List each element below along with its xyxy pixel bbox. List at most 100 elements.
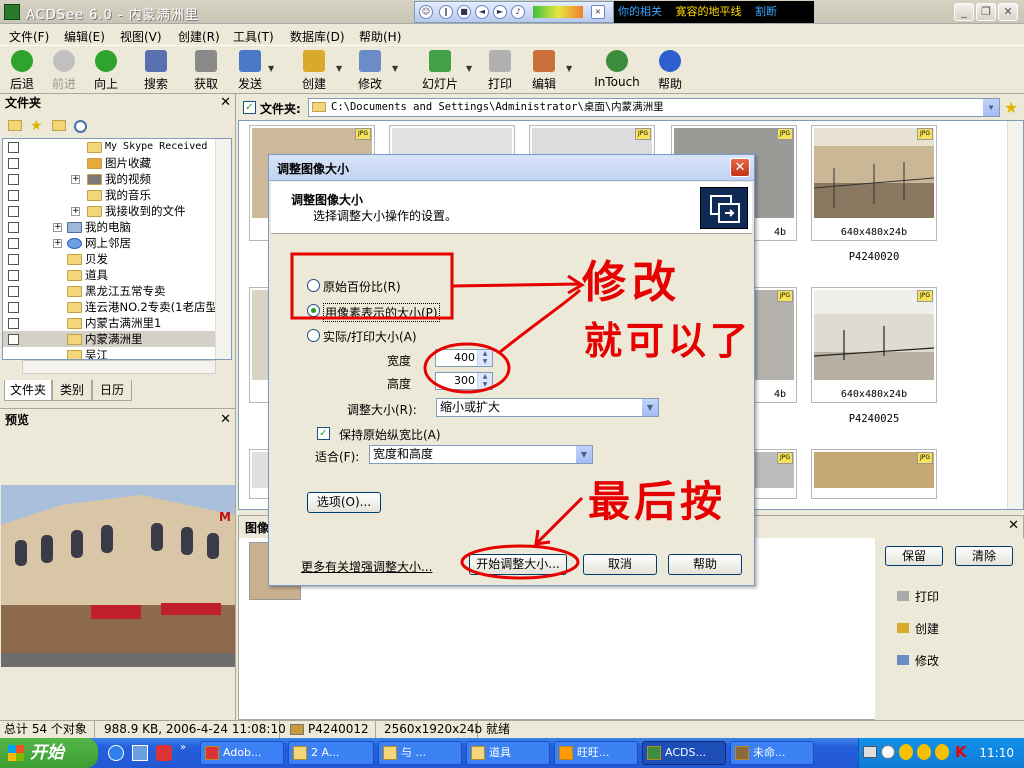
next-icon[interactable]: ► xyxy=(493,5,507,19)
qq-icon[interactable] xyxy=(899,744,913,760)
taskbar-item-active[interactable]: ACDS... xyxy=(642,741,726,765)
qq-icon[interactable] xyxy=(917,744,931,760)
taskbar-item[interactable]: 旺旺... xyxy=(554,741,638,765)
tree-hscrollbar[interactable] xyxy=(22,360,216,374)
tree-item[interactable]: 黑龙江五常专卖 xyxy=(3,283,231,299)
fit-select[interactable]: 宽度和高度 ▼ xyxy=(369,445,593,464)
favorite-star-icon[interactable]: ★ xyxy=(1004,98,1018,117)
search-button[interactable]: 搜索 xyxy=(140,48,172,92)
radio-print-size[interactable] xyxy=(307,329,320,342)
ie-icon[interactable] xyxy=(108,745,124,761)
find-folder-icon[interactable] xyxy=(74,120,87,133)
menu-file[interactable]: 文件(F) xyxy=(9,28,49,45)
pause-icon[interactable]: ‖ xyxy=(439,5,453,19)
tree-checkbox[interactable] xyxy=(8,238,19,249)
tree-item[interactable]: 道具 xyxy=(3,267,231,283)
taskbar-item[interactable]: 与 ... xyxy=(378,741,462,765)
start-resize-button[interactable]: 开始调整大小... xyxy=(469,554,567,575)
tree-item[interactable]: + 我的电脑 xyxy=(3,219,231,235)
tree-item-selected[interactable]: 内蒙满洲里 xyxy=(3,331,231,347)
radio-original-percent[interactable] xyxy=(307,279,320,292)
basket-create[interactable]: 创建 xyxy=(897,620,939,637)
menu-edit[interactable]: 编辑(E) xyxy=(64,28,105,45)
tree-checkbox[interactable] xyxy=(8,254,19,265)
desktop-icon[interactable] xyxy=(132,745,148,761)
options-button[interactable]: 选项(O)... xyxy=(307,492,381,513)
tree-checkbox[interactable] xyxy=(8,190,19,201)
modify-dropdown-icon[interactable]: ▼ xyxy=(392,64,398,73)
path-combo[interactable]: C:\Documents and Settings\Administrator\… xyxy=(308,98,1000,117)
intouch-button[interactable]: InTouch xyxy=(592,48,642,92)
expand-icon[interactable]: + xyxy=(71,207,80,216)
tree-item[interactable]: 贝发 xyxy=(3,251,231,267)
resize-mode-select[interactable]: 缩小或扩大 ▼ xyxy=(436,398,659,417)
player-close-icon[interactable]: × xyxy=(591,5,605,19)
thumbnail[interactable]: JPG 640x480x24b xyxy=(811,125,937,241)
path-checkbox[interactable]: ✓ xyxy=(243,101,256,114)
tree-item[interactable]: + 我的视频 xyxy=(3,171,231,187)
app-shortcut-icon[interactable] xyxy=(156,745,172,761)
minimize-button[interactable]: _ xyxy=(954,3,974,21)
expand-icon[interactable]: + xyxy=(71,175,80,184)
chevron-down-icon[interactable]: ▼ xyxy=(641,399,658,416)
tab-calendar[interactable]: 日历 xyxy=(92,380,132,401)
up-button[interactable]: 向上 xyxy=(90,48,122,92)
help-button[interactable]: 帮助 xyxy=(654,48,686,92)
help-button[interactable]: 帮助 xyxy=(668,554,742,575)
basket-modify[interactable]: 修改 xyxy=(897,652,939,669)
keyboard-icon[interactable] xyxy=(863,746,877,758)
spin-arrows-icon[interactable]: ▲ ▼ xyxy=(477,350,492,366)
acquire-button[interactable]: 获取 xyxy=(190,48,222,92)
send-dropdown-icon[interactable]: ▼ xyxy=(268,64,274,73)
modify-button[interactable]: 修改 xyxy=(354,48,386,92)
tree-item[interactable]: + 网上邻居 xyxy=(3,235,231,251)
taskbar-item[interactable]: 未命... xyxy=(730,741,814,765)
tree-checkbox[interactable] xyxy=(8,302,19,313)
menu-view[interactable]: 视图(V) xyxy=(120,28,162,45)
start-button[interactable]: 开始 xyxy=(0,738,98,768)
keep-ratio-checkbox[interactable]: ✓ xyxy=(317,427,330,440)
media-player-bar[interactable]: ☺ ‖ ■ ◄ ► ♪ × xyxy=(414,1,614,23)
cancel-button[interactable]: 取消 xyxy=(583,554,657,575)
player-face-icon[interactable]: ☺ xyxy=(419,5,433,19)
thumbnail[interactable]: JPG xyxy=(811,449,937,499)
tree-checkbox[interactable] xyxy=(8,286,19,297)
forward-button[interactable]: 前进 xyxy=(48,48,80,92)
expand-icon[interactable]: + xyxy=(53,223,62,232)
tree-checkbox[interactable] xyxy=(8,206,19,217)
tree-item[interactable]: 连云港NO.2专卖(1老店型 xyxy=(3,299,231,315)
keep-button[interactable]: 保留 xyxy=(885,546,943,566)
send-button[interactable]: 发送 xyxy=(234,48,266,92)
width-stepper[interactable]: 400 ▲ ▼ xyxy=(435,349,493,367)
preview-close-icon[interactable]: ✕ xyxy=(220,411,231,429)
tree-item[interactable]: 我的音乐 xyxy=(3,187,231,203)
tray-collapse-icon[interactable] xyxy=(881,745,895,759)
edit-dropdown-icon[interactable]: ▼ xyxy=(566,64,572,73)
height-stepper[interactable]: 300 ▲ ▼ xyxy=(435,372,493,390)
expand-icon[interactable]: + xyxy=(53,239,62,248)
more-info-link[interactable]: 更多有关增强调整大小... xyxy=(301,558,432,575)
taskbar-item[interactable]: 道具 xyxy=(466,741,550,765)
dialog-title-bar[interactable]: 调整图像大小 ✕ xyxy=(269,155,754,181)
folders-close-icon[interactable]: ✕ xyxy=(220,94,231,112)
tab-categories[interactable]: 类别 xyxy=(52,380,92,401)
tree-item[interactable]: + 我接收到的文件 xyxy=(3,203,231,219)
chevron-down-icon[interactable]: ▼ xyxy=(575,446,592,463)
tree-checkbox[interactable] xyxy=(8,142,19,153)
folder-icon[interactable] xyxy=(52,120,66,131)
close-button[interactable]: ✕ xyxy=(998,3,1018,21)
tree-item[interactable]: 图片收藏 xyxy=(3,155,231,171)
antivirus-icon[interactable]: K xyxy=(955,743,967,761)
open-folder-icon[interactable] xyxy=(8,120,22,131)
tree-item[interactable]: 吴江 xyxy=(3,347,231,359)
tree-checkbox[interactable] xyxy=(8,318,19,329)
quicklaunch-more-icon[interactable]: » xyxy=(180,742,186,753)
maximize-button[interactable]: ❐ xyxy=(976,3,996,21)
radio-pixel-size[interactable] xyxy=(307,304,320,317)
tree-scrollbar[interactable] xyxy=(215,139,231,359)
file-list-scrollbar[interactable] xyxy=(1007,121,1023,509)
tree-checkbox[interactable] xyxy=(8,334,19,345)
volume-icon[interactable]: ♪ xyxy=(511,5,525,19)
create-dropdown-icon[interactable]: ▼ xyxy=(336,64,342,73)
tree-checkbox[interactable] xyxy=(8,222,19,233)
